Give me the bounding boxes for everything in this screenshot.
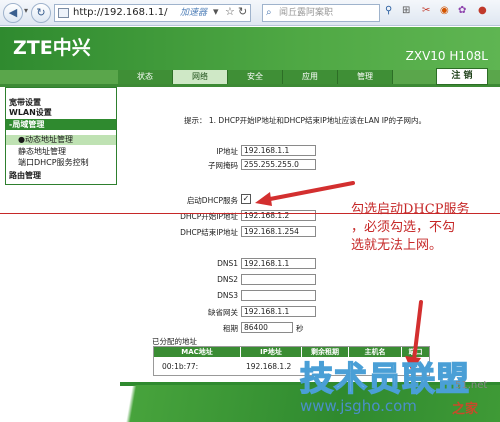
annotation-line-1: 勾选启动DHCP服务 [351,202,470,217]
dhcp-hint: 提示： 1. DHCP开始IP地址和DHCP结束IP地址应该在LAN IP的子网… [184,116,426,125]
column-header-mac: MAC地址 [154,347,240,357]
lease-time-label: 租期 [223,324,238,333]
browser-toolbar: ◀ ▾ ↻ http://192.168.1.1/ 加速器 ▾ ☆ ↻ ⌕ 闻丘… [0,0,500,26]
tools-icon[interactable]: ⊞ [402,5,410,16]
row-ip-cell: 192.168.1.2 [246,362,292,371]
enable-dhcp-label: 启动DHCP服务 [186,196,238,205]
column-header-ip: IP地址 [241,347,301,357]
dns2-input[interactable] [241,274,316,285]
dns2-label: DNS2 [217,275,238,284]
annotation-arrow-1 [255,181,355,206]
sidebar-item-lan-management[interactable]: -局域管理 [6,119,116,130]
tab-status[interactable]: 状态 [118,70,173,84]
lease-time-input[interactable]: 86400 [241,322,293,333]
watermark-url: www.jsgho.com [300,397,417,415]
reload-icon[interactable]: ↻ [238,5,247,18]
annotation-line-2: ，必须勾选，不勾 [351,220,456,235]
watermark-side-2: 之家 [452,402,479,417]
model-name: ZXV10 H108L [405,49,488,63]
ip-address-input[interactable]: 192.168.1.1 [241,145,316,156]
shop-icon[interactable]: ◉ [440,5,449,16]
sidebar-item-port-dhcp[interactable]: 端口DHCP服务控制 [18,157,89,168]
dns3-input[interactable] [241,290,316,301]
address-bar[interactable]: http://192.168.1.1/ 加速器 [54,4,251,22]
row-mac-cell: 00:1b:77: [162,362,199,371]
tab-network[interactable]: 网络 [173,70,228,84]
enable-dhcp-checkbox[interactable]: ✓ [241,194,251,204]
watermark-side: 51.net [455,380,488,391]
brand-logo: ZTE中兴 [13,37,91,59]
tab-application[interactable]: 应用 [283,70,338,84]
sidebar-item-dynamic-address[interactable]: ●动态地址管理 [6,135,116,145]
sidebar-item-routing[interactable]: 路由管理 [9,170,41,181]
ip-address-label: IP地址 [216,147,238,156]
history-dropdown-icon[interactable]: ▾ [24,6,28,15]
app-icon[interactable]: ● [478,5,487,16]
lease-unit-label: 秒 [296,324,304,333]
annotation-text: 勾选启动DHCP服务 ，必须勾选，不勾 选就无法上网。 [351,201,500,255]
search-input[interactable]: ⌕ 闻丘露阿案职 [262,4,380,22]
dns1-input[interactable]: 192.168.1.1 [241,258,316,269]
dhcp-end-input[interactable]: 192.168.1.254 [241,226,316,237]
watermark-logo-text: 技术员联盟 [299,358,470,399]
sidebar-item-wlan[interactable]: WLAN设置 [9,107,52,118]
star-icon[interactable]: ☆ [225,5,235,18]
screenshot: ◀ ▾ ↻ http://192.168.1.1/ 加速器 ▾ ☆ ↻ ⌕ 闻丘… [0,0,500,422]
search-go-icon[interactable]: ⚲ [385,5,392,16]
scissors-icon[interactable]: ✂ [422,5,430,16]
search-icon: ⌕ [266,7,272,18]
subnet-mask-label: 子网掩码 [208,161,238,170]
accelerator-label[interactable]: 加速器 [180,5,207,21]
page-icon [58,8,69,18]
tab-management[interactable]: 管理 [338,70,393,84]
dns1-label: DNS1 [217,259,238,268]
address-url[interactable]: http://192.168.1.1/ [73,5,167,21]
palette-icon[interactable]: ✿ [458,5,466,16]
dhcp-start-input[interactable]: 192.168.1.2 [241,210,316,221]
subnet-mask-input[interactable]: 255.255.255.0 [241,159,316,170]
refresh-icon[interactable]: ↻ [31,3,51,23]
search-placeholder: 闻丘露阿案职 [279,8,334,18]
router-banner: ZTE中兴 ZXV10 H108L [0,27,500,70]
default-gateway-input[interactable]: 192.168.1.1 [241,306,316,317]
dhcp-end-label: DHCP结束IP地址 [180,228,238,237]
dns3-label: DNS3 [217,291,238,300]
logout-button[interactable]: 注 销 [436,68,488,85]
dropdown-icon[interactable]: ▾ [213,5,219,18]
sidebar: 宽带设置 WLAN设置 -局域管理 ●动态地址管理 静态地址管理 端口DHCP服… [5,87,117,185]
sidebar-item-static-address[interactable]: 静态地址管理 [18,146,66,157]
default-gateway-label: 缺省网关 [208,308,238,317]
back-arrow-icon[interactable]: ◀ [3,3,23,23]
tab-security[interactable]: 安全 [228,70,283,84]
annotation-line-3: 选就无法上网。 [351,238,443,253]
